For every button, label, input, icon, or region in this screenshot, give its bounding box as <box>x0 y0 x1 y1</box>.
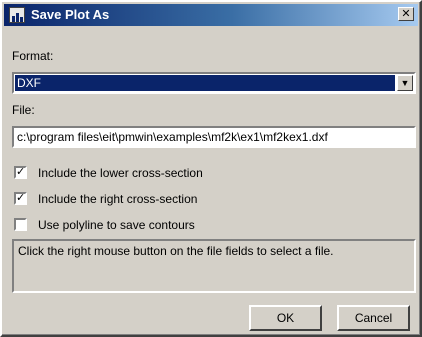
file-label: File: <box>12 103 35 117</box>
right-cross-section-label: Include the right cross-section <box>38 192 198 206</box>
chevron-down-icon[interactable]: ▼ <box>397 75 413 91</box>
polyline-contours-checkbox[interactable] <box>14 218 27 231</box>
format-select[interactable]: DXF ▼ <box>12 72 416 94</box>
file-path-input[interactable]: c:\program files\eit\pmwin\examples\mf2k… <box>12 126 416 148</box>
hint-text-box: Click the right mouse button on the file… <box>12 239 416 293</box>
ok-button[interactable]: OK <box>249 305 322 331</box>
lower-cross-section-checkbox[interactable]: ✓ <box>14 166 27 179</box>
window-title: Save Plot As <box>31 7 110 22</box>
cancel-button[interactable]: Cancel <box>337 305 410 331</box>
title-bar[interactable]: Save Plot As ✕ <box>4 4 418 26</box>
format-label: Format: <box>12 49 54 63</box>
polyline-contours-label: Use polyline to save contours <box>38 218 195 232</box>
lower-cross-section-label: Include the lower cross-section <box>38 166 203 180</box>
plot-icon <box>9 7 25 23</box>
close-button[interactable]: ✕ <box>398 7 414 21</box>
save-plot-dialog: Save Plot As ✕ Format: DXF ▼ File: c:\pr… <box>0 0 422 337</box>
format-selected-value: DXF <box>15 75 395 91</box>
right-cross-section-checkbox[interactable]: ✓ <box>14 192 27 205</box>
